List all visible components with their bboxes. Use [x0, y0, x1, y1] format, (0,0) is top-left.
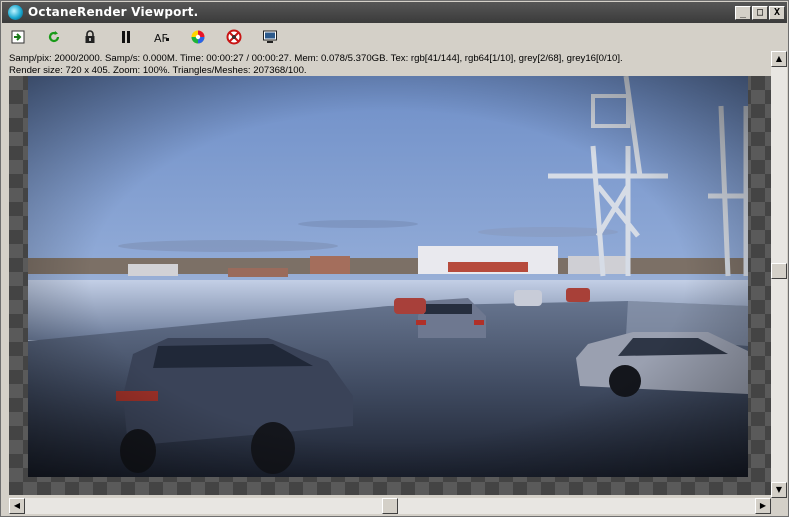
scroll-down-button[interactable]: ▼ — [771, 482, 787, 498]
render-image[interactable] — [28, 76, 748, 477]
region-render-icon — [226, 29, 242, 45]
color-picker-button[interactable] — [188, 27, 208, 47]
maximize-button[interactable]: □ — [752, 6, 768, 20]
restart-render-button[interactable] — [44, 27, 64, 47]
render-scene-picture — [28, 76, 748, 477]
render-stats-line-1: Samp/pix: 2000/2000. Samp/s: 0.000M. Tim… — [9, 53, 623, 64]
close-button[interactable]: X — [769, 6, 785, 20]
vertical-scroll-thumb[interactable] — [771, 263, 787, 279]
autofocus-icon: AF — [154, 32, 169, 45]
resize-grip[interactable] — [771, 498, 787, 514]
render-viewport[interactable] — [9, 76, 772, 495]
octane-logo-icon — [8, 5, 23, 20]
region-render-button[interactable] — [224, 27, 244, 47]
import-button[interactable] — [8, 27, 28, 47]
scroll-up-button[interactable]: ▲ — [771, 51, 787, 67]
scroll-right-button[interactable]: ▶ — [755, 498, 771, 514]
refresh-icon — [48, 31, 60, 43]
minimize-button[interactable]: _ — [735, 6, 751, 20]
window-title: OctaneRender Viewport. — [28, 5, 199, 19]
lock-icon — [85, 30, 95, 43]
display-icon — [263, 30, 277, 43]
autofocus-label: AF — [154, 32, 168, 45]
toolbar: AF — [2, 23, 787, 51]
scroll-left-button[interactable]: ◀ — [9, 498, 25, 514]
octane-viewport-window: OctaneRender Viewport. _ □ X AF Samp/pix… — [0, 0, 789, 517]
horizontal-scroll-thumb[interactable] — [382, 498, 398, 514]
title-bar[interactable]: OctaneRender Viewport. _ □ X — [2, 2, 787, 23]
autofocus-button[interactable]: AF — [152, 27, 172, 47]
pause-icon — [122, 31, 130, 43]
pause-button[interactable] — [116, 27, 136, 47]
import-icon — [11, 30, 25, 44]
lock-button[interactable] — [80, 27, 100, 47]
horizontal-scrollbar[interactable]: ◀ ▶ — [9, 498, 771, 514]
color-picker-icon — [191, 30, 205, 44]
display-settings-button[interactable] — [260, 27, 280, 47]
vertical-scrollbar[interactable]: ▲ ▼ — [771, 51, 787, 498]
